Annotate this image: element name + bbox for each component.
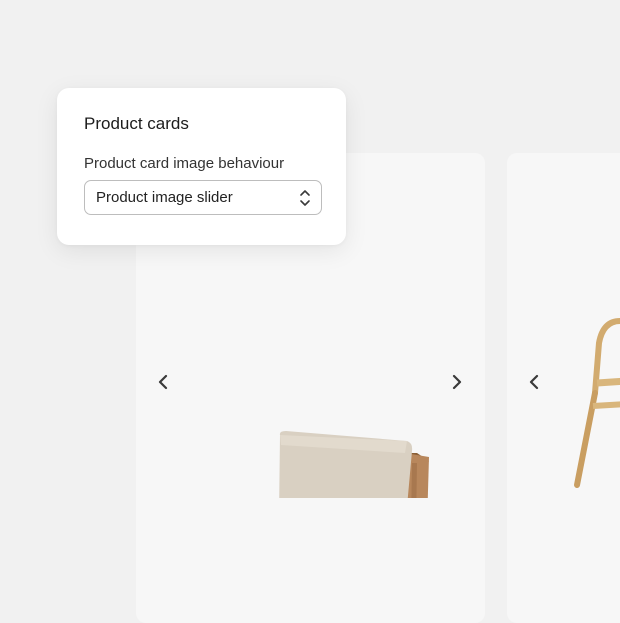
chevron-up-down-icon [300, 190, 310, 206]
card-1-prev-button[interactable] [153, 371, 175, 393]
image-behaviour-label: Product card image behaviour [84, 155, 285, 172]
chevron-left-icon [158, 374, 168, 390]
chevron-left-icon [529, 374, 539, 390]
image-behaviour-select[interactable]: Product image slider [84, 180, 322, 215]
product-image-lounge-chair [279, 431, 429, 498]
product-cards-settings-panel: Product cards Product card image behavio… [57, 88, 346, 245]
card-1-next-button[interactable] [445, 371, 467, 393]
select-value: Product image slider [96, 189, 233, 206]
product-card-wooden-chair[interactable] [507, 153, 620, 623]
chevron-right-icon [452, 374, 462, 390]
panel-title: Product cards [84, 114, 189, 133]
product-image-wooden-chair [574, 318, 620, 488]
card-2-prev-button[interactable] [524, 371, 546, 393]
